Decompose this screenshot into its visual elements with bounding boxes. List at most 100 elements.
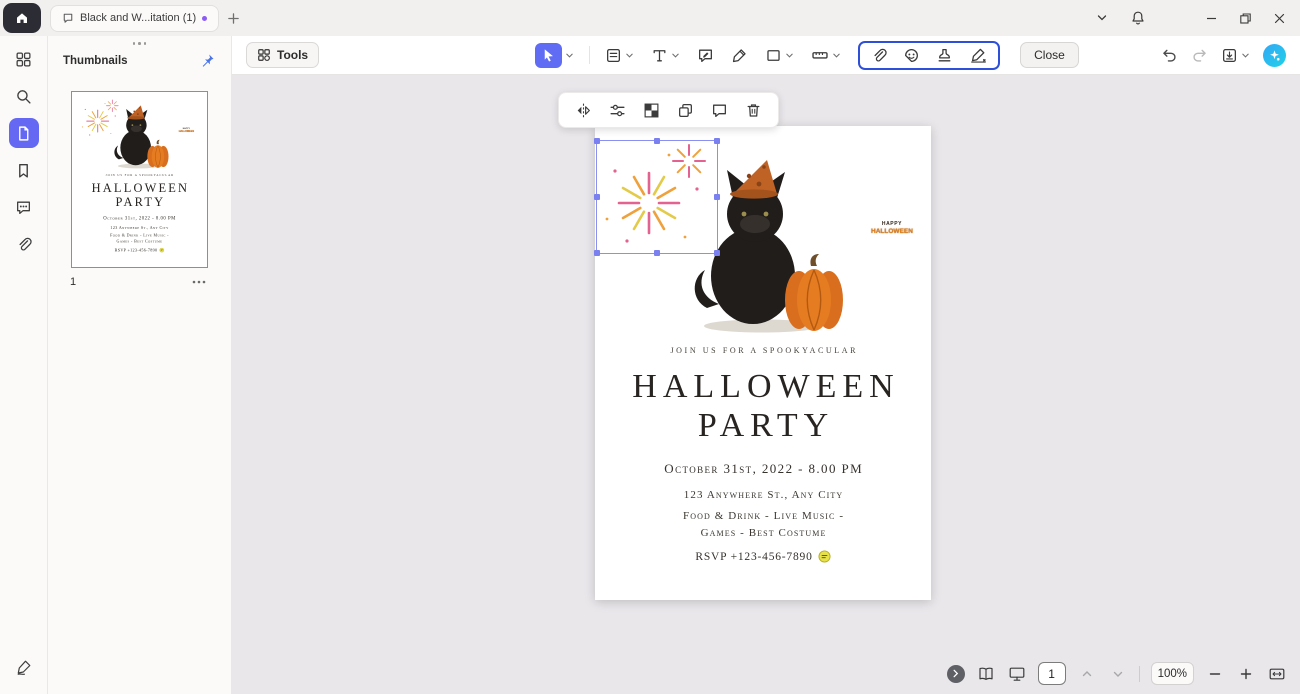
signature-tools-button[interactable]	[9, 652, 39, 682]
invite-address[interactable]: 123 Anywhere St., Any City	[595, 489, 931, 501]
presentation-button[interactable]	[1007, 664, 1027, 684]
document-tab[interactable]: Black and W...itation (1)	[50, 5, 219, 32]
undo-icon	[1161, 47, 1178, 64]
invite-eyebrow[interactable]: JOIN US FOR A SPOOKYACULAR	[78, 173, 201, 176]
close-window-button[interactable]	[1262, 3, 1296, 33]
invite-rsvp[interactable]: RSVP +123-456-7890	[595, 550, 931, 563]
adjust-button[interactable]	[609, 102, 626, 119]
page-number-input[interactable]	[1038, 662, 1066, 685]
save-button[interactable]	[1221, 47, 1250, 64]
invite-title-line1[interactable]: HALLOWEEN	[78, 181, 201, 195]
sidebar-item-bookmarks[interactable]	[9, 155, 39, 185]
measure-tool-button[interactable]	[807, 42, 845, 68]
close-editing-button[interactable]: Close	[1020, 42, 1079, 68]
happy-halloween-badge[interactable]: HAPPY HALLOWEEN	[863, 222, 921, 235]
stamp-tool-button[interactable]	[936, 47, 953, 64]
invite-title-line1[interactable]: HALLOWEEN	[595, 368, 931, 406]
fit-width-icon	[1268, 665, 1286, 683]
resize-handle-top-left[interactable]	[594, 138, 600, 144]
invite-datetime[interactable]: October 31st, 2022 - 8.00 PM	[78, 215, 201, 221]
search-icon	[15, 88, 32, 105]
page-edit-tool-button[interactable]	[601, 43, 638, 68]
invite-address[interactable]: 123 Anywhere St., Any City	[78, 225, 201, 229]
main-toolbar: Tools	[232, 36, 1300, 75]
apps-grid-button[interactable]	[9, 44, 39, 74]
next-page-button[interactable]	[1108, 664, 1128, 684]
comment-button[interactable]	[711, 102, 728, 119]
new-tab-button[interactable]	[219, 4, 247, 32]
ai-assistant-button[interactable]	[1263, 44, 1286, 67]
zoom-level-button[interactable]: 100%	[1151, 662, 1194, 685]
sidebar-item-attachments[interactable]	[9, 229, 39, 259]
invite-details-line2[interactable]: Games - Best Costume	[78, 239, 201, 243]
pin-panel-button[interactable]	[196, 50, 218, 72]
highlighted-tool-group	[858, 41, 1000, 70]
sidebar-item-comments[interactable]	[9, 192, 39, 222]
text-tool-button[interactable]	[647, 43, 684, 68]
search-button[interactable]	[9, 81, 39, 111]
zoom-out-button[interactable]	[1205, 664, 1225, 684]
chevron-down-icon	[1112, 668, 1124, 680]
thumbnail-invite-slot: HAPPY HALLOWEEN JOIN US FOR A SPOOKYACUL…	[78, 93, 201, 266]
resize-handle-middle-left[interactable]	[594, 194, 600, 200]
signature-tool-button[interactable]	[969, 47, 988, 64]
undo-button[interactable]	[1161, 47, 1178, 64]
thumbnail-meta-row: 1	[70, 274, 209, 290]
resize-handle-top-middle[interactable]	[654, 138, 660, 144]
resize-handle-bottom-right[interactable]	[714, 250, 720, 256]
shape-tool-button[interactable]	[761, 43, 798, 68]
pen-tool-button[interactable]	[727, 43, 752, 68]
sticker-icon	[903, 47, 920, 64]
thumbnails-panel: Thumbnails	[48, 36, 232, 694]
invitation-content: HAPPY HALLOWEEN JOIN US FOR A SPOOKYACUL…	[78, 93, 201, 266]
tools-button[interactable]: Tools	[246, 42, 319, 68]
thumbnail-options-button[interactable]	[189, 274, 209, 290]
duplicate-button[interactable]	[677, 102, 694, 119]
invite-details-line1[interactable]: Food & Drink - Live Music -	[78, 233, 201, 237]
transparency-button[interactable]	[643, 102, 660, 119]
select-tool-button[interactable]	[531, 43, 578, 68]
cat-and-pumpkin-image[interactable]	[112, 104, 172, 168]
tab-list-button[interactable]	[1088, 4, 1116, 32]
resize-handle-middle-right[interactable]	[714, 194, 720, 200]
reading-mode-button[interactable]	[976, 664, 996, 684]
chevron-down-icon	[671, 51, 680, 60]
left-rail	[0, 36, 48, 694]
invite-rsvp[interactable]: RSVP +123-456-7890	[78, 247, 201, 252]
document-page[interactable]: HAPPY HALLOWEEN JOIN US FOR A SPOOKYACUL…	[595, 126, 931, 600]
main-area: Tools	[232, 36, 1300, 694]
notifications-button[interactable]	[1124, 4, 1152, 32]
panel-drag-handle-icon[interactable]	[48, 39, 231, 47]
happy-halloween-badge[interactable]: HAPPY HALLOWEEN	[176, 128, 197, 133]
previous-page-button[interactable]	[1077, 664, 1097, 684]
flip-horizontal-button[interactable]	[575, 102, 592, 119]
minimize-button[interactable]	[1194, 3, 1228, 33]
invite-details-line2[interactable]: Games - Best Costume	[595, 527, 931, 539]
invite-details-line1[interactable]: Food & Drink - Live Music -	[595, 510, 931, 522]
page-thumbnail-1[interactable]: HAPPY HALLOWEEN JOIN US FOR A SPOOKYACUL…	[71, 91, 208, 268]
ai-assistant-icon	[1268, 49, 1281, 62]
resize-handle-bottom-middle[interactable]	[654, 250, 660, 256]
sidebar-item-thumbnails[interactable]	[9, 118, 39, 148]
redo-button[interactable]	[1191, 47, 1208, 64]
comment-tool-button[interactable]	[693, 43, 718, 68]
overflow-icon	[192, 280, 206, 284]
resize-handle-top-right[interactable]	[714, 138, 720, 144]
zoom-in-button[interactable]	[1236, 664, 1256, 684]
sticker-tool-button[interactable]	[903, 47, 920, 64]
invite-datetime[interactable]: October 31st, 2022 - 8.00 PM	[595, 461, 931, 477]
expand-panel-button[interactable]	[947, 665, 965, 683]
attach-file-tool-button[interactable]	[870, 47, 887, 64]
selection-box[interactable]	[596, 140, 718, 254]
home-button[interactable]	[3, 3, 41, 33]
tab-title: Black and W...itation (1)	[80, 12, 196, 24]
expand-panel-icon	[951, 669, 960, 678]
resize-handle-bottom-left[interactable]	[594, 250, 600, 256]
delete-button[interactable]	[745, 102, 762, 119]
fit-width-button[interactable]	[1267, 664, 1287, 684]
invite-title-line2[interactable]: PARTY	[595, 407, 931, 445]
document-canvas[interactable]: HAPPY HALLOWEEN JOIN US FOR A SPOOKYACUL…	[232, 75, 1300, 694]
invite-eyebrow[interactable]: JOIN US FOR A SPOOKYACULAR	[595, 346, 931, 355]
restore-button[interactable]	[1228, 3, 1262, 33]
invite-title-line2[interactable]: PARTY	[78, 195, 201, 209]
